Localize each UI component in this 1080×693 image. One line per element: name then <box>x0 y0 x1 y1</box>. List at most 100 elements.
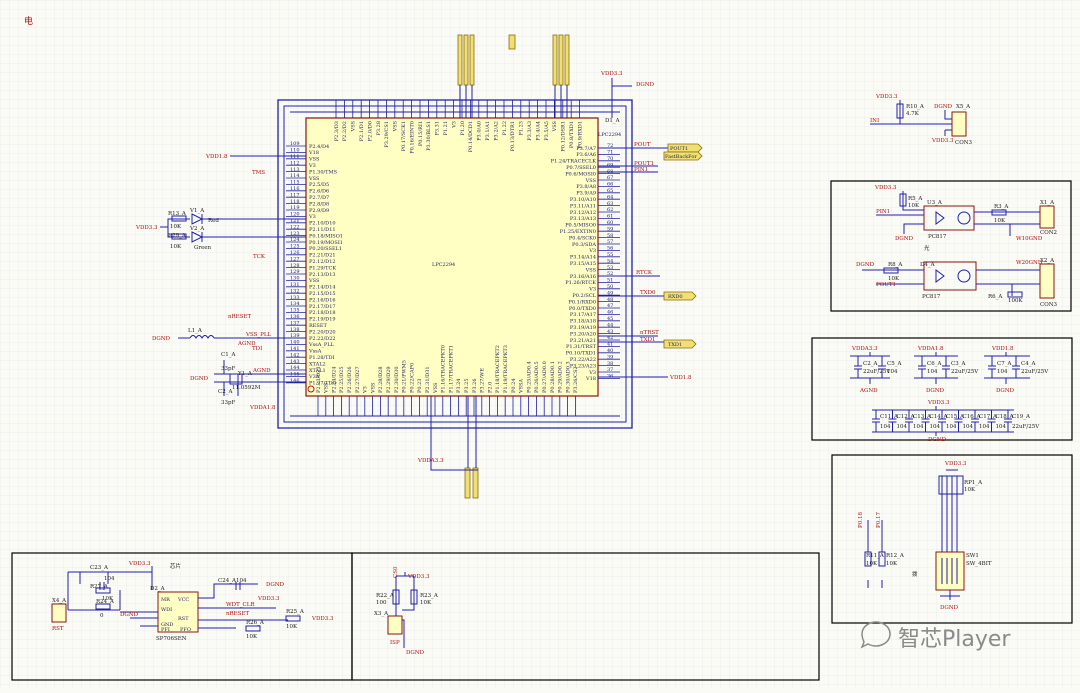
mcu-left-pin-name: RESET <box>309 323 327 329</box>
d4-ref: D4_A <box>920 262 936 268</box>
mcu-bottom-pin-name: P0.26/AD0.5 <box>534 361 540 393</box>
x5-vdd33: VDD3.3 <box>931 138 954 144</box>
mcu-right-pin-num: 70 <box>607 156 613 162</box>
mcu-left-pin-num: 142 <box>290 352 300 358</box>
x5-ref: X5_A <box>956 104 971 110</box>
mcu-left-pin-num: 115 <box>290 180 300 186</box>
mcu-left-pin-num: 133 <box>290 295 300 301</box>
opto-sym: 光 <box>924 244 930 252</box>
opto-gnd: DGND <box>895 236 914 242</box>
x1-con: CON2 <box>1040 230 1057 236</box>
r3-val: 10K <box>994 218 1006 224</box>
r29-ref: R29_A <box>168 233 187 239</box>
pin-pfo: PFO <box>180 627 191 633</box>
opto-w10: W10GND <box>1016 236 1043 242</box>
mcu-left-pin-num: 146 <box>290 378 300 384</box>
u3-part: PC817 <box>928 234 947 240</box>
mcu-left-pin-num: 136 <box>290 314 300 320</box>
mcu-right-pin-num: 69 <box>607 162 613 168</box>
cap-val: 104 <box>930 424 941 430</box>
mcu-right-pin-num: 55 <box>607 252 613 258</box>
mcu-left-pin-name: P2.8/D8 <box>309 201 329 207</box>
dec-vdda: VDDA3.3 <box>851 346 878 352</box>
mcu-right-pin-num: 64 <box>607 194 613 200</box>
mcu-right-pin-name: P3.20/A20 <box>570 331 596 337</box>
sw1-val: SW_4BIT <box>966 561 992 567</box>
mcu-left-pin-name: V3 <box>308 163 316 169</box>
mcu-right-pin-name: P3.13/A13 <box>570 216 596 222</box>
mcu-bottom-pin-name: P0.21/PWM5 <box>402 360 408 393</box>
mcu-left-pin-name: P2.14/D14 <box>309 285 336 291</box>
cap-val: 104 <box>946 424 957 430</box>
r23-val: 10K <box>420 600 432 606</box>
x5-dgnd: DGND <box>934 104 953 110</box>
mcu-left-pin-num: 127 <box>290 256 300 262</box>
cap-val: 104 <box>880 424 891 430</box>
mcu-left-pin-num: 145 <box>290 372 300 378</box>
mcu-right-pin-num: 47 <box>607 303 613 309</box>
d2-ref: D2_A <box>150 586 166 592</box>
mcu-right-pin-name: P3.10/A10 <box>570 197 596 203</box>
r22-val: 100 <box>376 600 387 606</box>
mcu-left-pin-name: VSS <box>308 278 320 284</box>
y1-val: 11.0592M <box>232 385 261 391</box>
isp-label: ISP <box>390 640 400 646</box>
pin-pfi: PFI <box>161 627 170 633</box>
mcu-left-pin-name: P2.4/D4 <box>309 144 329 150</box>
mcu-top-pin-name: P0.12/DSR1 <box>561 121 567 152</box>
mcu-top-pin-name: P3.2/A2 <box>493 121 499 141</box>
mcu-left-pin-name: P1.30/TMS <box>309 169 338 175</box>
v1-ref: V1_A <box>189 208 205 214</box>
r12-ref: R12_A <box>886 553 905 559</box>
rp1-ref: RP1_A <box>964 480 983 486</box>
mcu-top-pin-name: P1.21 <box>443 121 449 136</box>
opto-pout: POUT1 <box>876 282 896 288</box>
mcu-left-pin-name: P2.19/D19 <box>309 317 336 323</box>
net-nreset: nRESET <box>228 314 251 320</box>
mcu-right-pin-name: P3.19/A19 <box>570 325 596 331</box>
mcu-right-pin-name: P3.9/A9 <box>576 191 596 197</box>
net-dgnd-xtal: DGND <box>190 376 209 382</box>
cap-val: 22uF/25V <box>951 369 979 375</box>
mcu-bottom-pin-name: P0.25/AD0.4 <box>526 361 532 393</box>
mcu-left-pin-name: P2.9/D9 <box>309 208 329 214</box>
r10-ref: R10_A <box>906 104 925 110</box>
mcu-bottom-pin-name: P2.29/D29 <box>386 366 392 393</box>
mcu-right-pin-num: 71 <box>607 150 613 156</box>
mcu-left-pin-name: P1.28/TDI <box>309 355 335 361</box>
mcu-left-pin-num: 138 <box>290 327 300 333</box>
net-vdd18-left: VDD1.8 <box>205 154 228 160</box>
wd-dgnd: DGND <box>266 582 285 588</box>
dec-vdd18a: VDDA1.8 <box>917 346 944 352</box>
mcu-right-pin-num: 46 <box>607 310 613 316</box>
mcu-right-pin-name: V18 <box>585 376 596 382</box>
mcu-bottom-pin-name: P3.27/WE <box>480 368 486 393</box>
mcu-right-pin-num: 48 <box>607 297 613 303</box>
net-txd1: TXD1 <box>640 337 656 343</box>
mcu-right-pin-num: 51 <box>607 278 613 284</box>
net-vss-pll: VSS_PLL <box>245 332 272 338</box>
mcu-right-pin-num: 66 <box>607 182 613 188</box>
wd-nreset: nRESET <box>226 611 249 617</box>
mcu-top-pin-name: P0.16/EINT0 <box>409 121 415 154</box>
mcu-right-pin-num: 39 <box>607 354 613 360</box>
mcu-bottom-pin-name: P0.24 <box>511 379 517 394</box>
xtal-agnd: AGND <box>252 368 271 374</box>
wd-part: SP706SEN <box>156 636 187 642</box>
r13-ref: R13_A <box>168 211 187 217</box>
net-vdd18-bottom: VDDA1.8 <box>249 405 276 411</box>
mcu-left-pin-num: 110 <box>290 148 300 154</box>
c1-val: 33pF <box>221 366 236 372</box>
mcu-right-pin-num: 53 <box>607 265 613 271</box>
mcu-top-pin-name: P3.4/A4 <box>535 121 541 141</box>
cap-ref: C6_A <box>927 361 942 367</box>
mcu-right-pin-name: P0.4/SCK0 <box>569 235 596 241</box>
mcu-bottom-pin-name: P2.28/D28 <box>378 366 384 393</box>
mcu-left-pin-name: P2.7/D7 <box>309 195 329 201</box>
cap-val: 104 <box>963 424 974 430</box>
mcu-bottom-pin-name: P1.18/TRACEPKT2 <box>495 345 501 393</box>
mcu-right-pin-num: 54 <box>607 258 613 264</box>
mcu-bottom-pin-name: P0.22/CAP0 <box>409 363 415 393</box>
mcu-right-pin-num: 37 <box>607 367 613 373</box>
r8-val: 100K <box>1008 298 1023 304</box>
